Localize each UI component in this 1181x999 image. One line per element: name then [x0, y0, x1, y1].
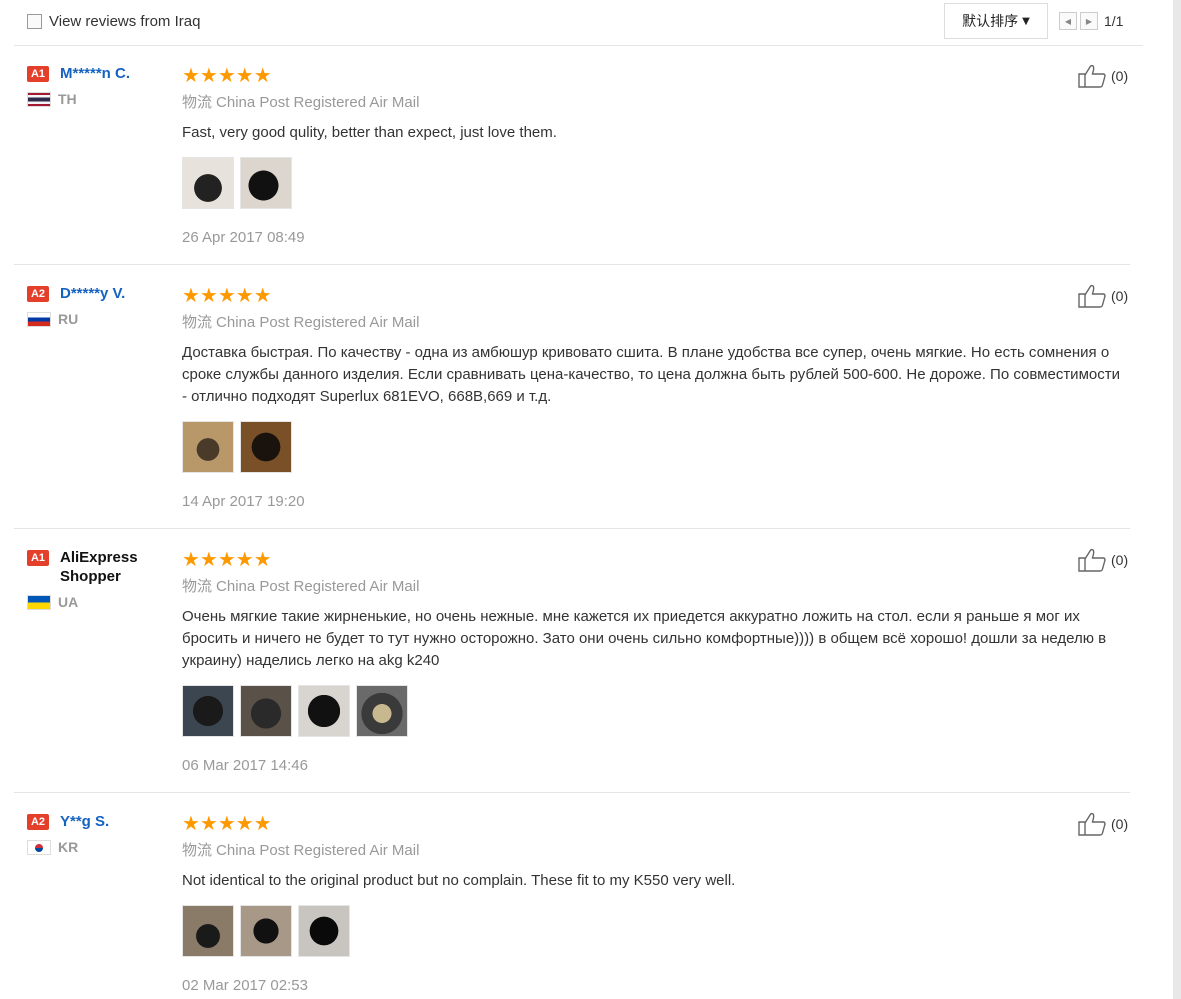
thumbs-up-icon — [1078, 284, 1106, 308]
helpful-button[interactable]: (0) — [1078, 64, 1128, 88]
next-page-button[interactable]: ▶ — [1080, 12, 1098, 30]
country-filter[interactable]: View reviews from Iraq — [27, 13, 200, 30]
review-date: 26 Apr 2017 08:49 — [182, 229, 305, 246]
review-date: 06 Mar 2017 14:46 — [182, 757, 308, 774]
reviewer-country: UA — [27, 594, 177, 610]
reviews-toolbar: View reviews from Iraq 默认排序 ▼ ◀ ▶ 1/1 — [14, 0, 1143, 46]
thumbs-up-icon — [1078, 64, 1106, 88]
shipping-method: 物流 China Post Registered Air Mail — [182, 92, 1122, 113]
filter-checkbox[interactable] — [27, 14, 42, 29]
helpful-button[interactable]: (0) — [1078, 284, 1128, 308]
shipping-prefix: 物流 — [182, 841, 213, 859]
review-content: ★★★★★ 物流 China Post Registered Air Mail N… — [182, 812, 1122, 994]
review-photo-thumbnail[interactable] — [356, 685, 408, 737]
review-text: Доставка быстрая. По качеству - одна из … — [182, 344, 1120, 405]
country-code: KR — [58, 839, 79, 855]
flag-icon — [27, 594, 51, 610]
shipping-method: 物流 China Post Registered Air Mail — [182, 312, 1122, 333]
helpful-count: (0) — [1111, 288, 1129, 304]
reviewer-name[interactable]: AliExpress Shopper — [60, 548, 150, 586]
helpful-count: (0) — [1111, 68, 1129, 84]
reviewer-info: A1 AliExpress Shopper UA — [27, 548, 177, 610]
reviewer-country: RU — [27, 311, 177, 327]
reviewer-info: A1 M*****n C. TH — [27, 64, 177, 107]
reviewer-country: KR — [27, 839, 177, 855]
flag-icon — [27, 311, 51, 327]
reviewer-info: A2 Y**g S. KR — [27, 812, 177, 855]
review-photo-thumbnail[interactable] — [182, 685, 234, 737]
sort-dropdown[interactable]: 默认排序 ▼ — [944, 3, 1048, 39]
review-photo-thumbnail[interactable] — [182, 905, 234, 957]
shipping-label: China Post Registered Air Mail — [216, 314, 420, 331]
rating-stars: ★★★★★ — [182, 811, 272, 835]
review-item: A2 Y**g S. KR ★★★★★ 物流 China Post Registe… — [14, 812, 1130, 999]
shipping-label: China Post Registered Air Mail — [216, 94, 420, 111]
thumbs-up-icon — [1078, 548, 1106, 572]
review-photo-thumbnail[interactable] — [298, 905, 350, 957]
review-photos — [182, 905, 1122, 957]
rating-stars: ★★★★★ — [182, 283, 272, 307]
review-date: 14 Apr 2017 19:20 — [182, 493, 305, 510]
pagination: ◀ ▶ 1/1 — [1059, 12, 1123, 30]
filter-label: View reviews from Iraq — [49, 13, 201, 30]
rating-stars: ★★★★★ — [182, 63, 272, 87]
reviewer-name[interactable]: M*****n C. — [60, 64, 130, 83]
shipping-prefix: 物流 — [182, 93, 213, 111]
shipping-method: 物流 China Post Registered Air Mail — [182, 840, 1122, 861]
buyer-level-badge: A2 — [27, 814, 49, 830]
reviewer-name[interactable]: Y**g S. — [60, 812, 109, 831]
country-code: RU — [58, 311, 79, 327]
helpful-button[interactable]: (0) — [1078, 548, 1128, 572]
review-photo-thumbnail[interactable] — [298, 685, 350, 737]
shipping-prefix: 物流 — [182, 577, 213, 595]
review-photo-thumbnail[interactable] — [240, 905, 292, 957]
review-photo-thumbnail[interactable] — [240, 157, 292, 209]
thumbs-up-icon — [1078, 812, 1106, 836]
review-date: 02 Mar 2017 02:53 — [182, 977, 308, 994]
buyer-level-badge: A1 — [27, 550, 49, 566]
review-item: A2 D*****y V. RU ★★★★★ 物流 China Post Regi… — [14, 284, 1130, 529]
review-item: A1 M*****n C. TH ★★★★★ 物流 China Post Regi… — [14, 64, 1130, 265]
review-content: ★★★★★ 物流 China Post Registered Air Mail Д… — [182, 284, 1122, 510]
review-photos — [182, 685, 1122, 737]
helpful-count: (0) — [1111, 552, 1129, 568]
country-code: TH — [58, 91, 77, 107]
country-code: UA — [58, 594, 79, 610]
prev-page-button[interactable]: ◀ — [1059, 12, 1077, 30]
review-text: Очень мягкие такие жирненькие, но очень … — [182, 608, 1107, 669]
helpful-button[interactable]: (0) — [1078, 812, 1128, 836]
reviewer-info: A2 D*****y V. RU — [27, 284, 177, 327]
review-photo-thumbnail[interactable] — [182, 157, 234, 209]
buyer-level-badge: A1 — [27, 66, 49, 82]
review-text: Fast, very good qulity, better than expe… — [182, 124, 557, 141]
buyer-level-badge: A2 — [27, 286, 49, 302]
chevron-down-icon: ▼ — [1022, 15, 1030, 27]
review-item: A1 AliExpress Shopper UA ★★★★★ 物流 China P… — [14, 548, 1130, 793]
shipping-label: China Post Registered Air Mail — [216, 842, 420, 859]
review-photo-thumbnail[interactable] — [182, 421, 234, 473]
sort-label: 默认排序 — [962, 14, 1019, 30]
flag-icon — [27, 91, 51, 107]
flag-icon — [27, 839, 51, 855]
review-photo-thumbnail[interactable] — [240, 685, 292, 737]
review-photos — [182, 421, 1122, 473]
shipping-method: 物流 China Post Registered Air Mail — [182, 576, 1122, 597]
shipping-label: China Post Registered Air Mail — [216, 578, 420, 595]
reviewer-country: TH — [27, 91, 177, 107]
page-indicator: 1/1 — [1104, 13, 1124, 29]
shipping-prefix: 物流 — [182, 313, 213, 331]
reviewer-name[interactable]: D*****y V. — [60, 284, 125, 303]
rating-stars: ★★★★★ — [182, 547, 272, 571]
review-text: Not identical to the original product bu… — [182, 872, 736, 889]
helpful-count: (0) — [1111, 816, 1129, 832]
review-content: ★★★★★ 物流 China Post Registered Air Mail О… — [182, 548, 1122, 774]
review-photos — [182, 157, 1122, 209]
review-content: ★★★★★ 物流 China Post Registered Air Mail F… — [182, 64, 1122, 246]
review-photo-thumbnail[interactable] — [240, 421, 292, 473]
page-scrollbar[interactable] — [1173, 0, 1181, 999]
